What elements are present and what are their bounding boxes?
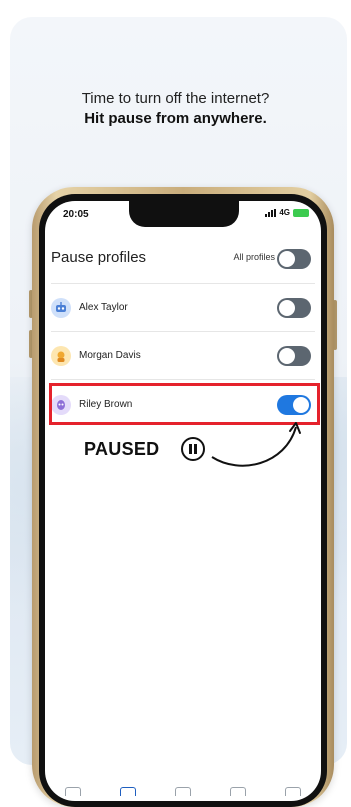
paused-callout-label: PAUSED [84,439,160,459]
robot-avatar-icon [51,298,71,318]
battery-icon [293,208,309,217]
phone-screen: 20:05 4G Pause profiles All profiles Ale… [45,201,321,801]
signal-icon [265,208,277,217]
network-label: 4G [279,208,290,217]
devices-tab-icon[interactable] [174,786,191,796]
profile-pause-toggle[interactable] [277,346,311,366]
headline-question: Time to turn off the internet? [81,90,270,107]
people-tab-icon[interactable] [285,786,302,796]
profile-pause-toggle[interactable] [277,298,311,318]
character-avatar-icon [51,346,71,366]
profile-name: Morgan Davis [79,350,141,361]
headline-tagline: Hit pause from anywhere. [84,110,267,127]
profiles-tab-icon[interactable] [119,786,136,796]
divider [51,331,315,332]
status-time: 20:05 [63,209,89,220]
status-indicators: 4G [265,208,309,217]
profile-name: Alex Taylor [79,302,128,313]
phone-notch [129,201,239,227]
profile-row: Alex Taylor [51,293,311,323]
callout-arrow-icon [211,422,301,467]
divider [51,283,315,284]
tab-bar [45,781,321,801]
all-profiles-toggle[interactable] [277,249,311,269]
all-profiles-label: All profiles [233,252,275,262]
profile-row: Morgan Davis [51,341,311,371]
divider [51,379,315,380]
schedule-tab-icon[interactable] [230,786,247,796]
page-title: Pause profiles [51,249,147,266]
home-tab-icon[interactable] [64,786,81,796]
